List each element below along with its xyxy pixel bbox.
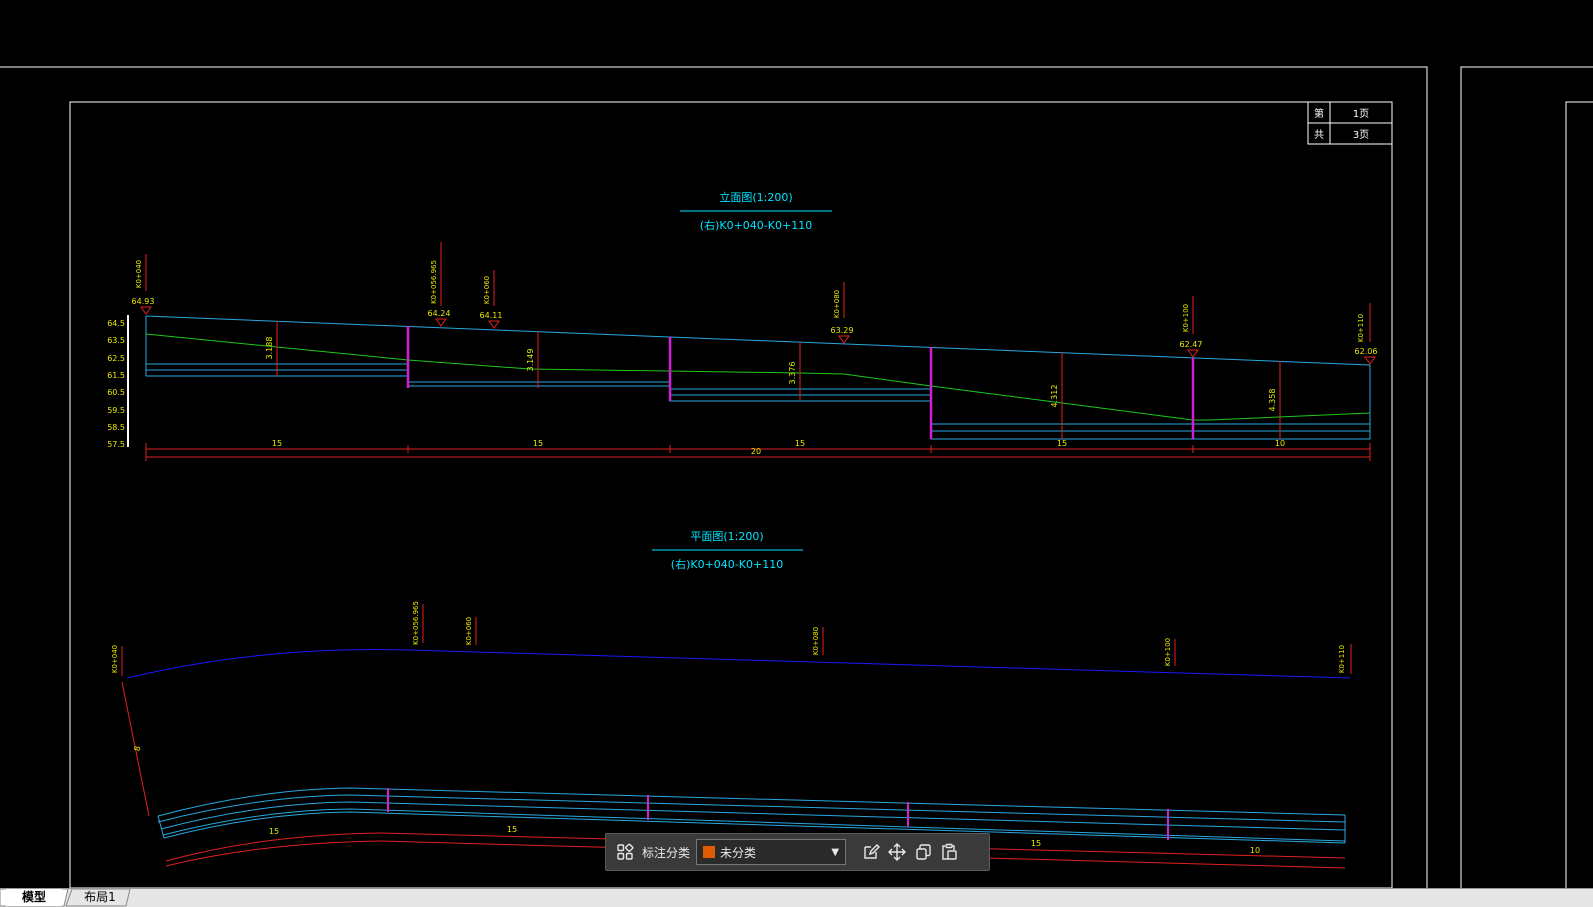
sheet-value: 1页: [1353, 108, 1369, 120]
station-marker: K0+110 62.06: [1355, 303, 1378, 365]
svg-text:64.93: 64.93: [132, 297, 155, 306]
category-select-value: 未分类: [720, 845, 757, 860]
height-label: 4.358: [1268, 389, 1277, 412]
svg-text:64.24: 64.24: [428, 309, 451, 318]
height-dims: [276, 321, 1281, 439]
category-color-swatch: [703, 846, 716, 858]
total-label: 共: [1314, 129, 1324, 141]
scale-tick: 59.5: [107, 406, 125, 415]
height-label: 3.376: [788, 362, 797, 385]
copy-icon[interactable]: [910, 839, 936, 865]
tab-model[interactable]: 模型: [6, 889, 62, 906]
profile-title: 立面图(1:200): [719, 190, 792, 204]
station-marker: K0+080 63.29: [831, 282, 854, 344]
svg-text:K0+080: K0+080: [833, 290, 841, 318]
plan-segment-label: 15: [507, 825, 517, 834]
components-icon[interactable]: [612, 839, 638, 865]
wall-outline: [145, 315, 1371, 440]
station-marker: K0+100 62.47: [1180, 296, 1203, 358]
offset-label: 8: [133, 745, 143, 752]
svg-text:63.29: 63.29: [831, 326, 854, 335]
plan-view: 平面图(1:200) (右)K0+040-K0+110 K0+040 K0+05…: [111, 530, 1352, 869]
scale-tick: 58.5: [107, 423, 125, 432]
svg-text:62.06: 62.06: [1355, 347, 1378, 356]
annotation-category-label: 标注分类: [642, 845, 691, 860]
drawing-canvas[interactable]: 第 1页 共 3页 立面图(1:200) (右)K0+040-K0+110 64…: [0, 0, 1593, 888]
annotation-toolbar: 标注分类 未分类 ▼: [605, 833, 990, 871]
svg-text:K0+110: K0+110: [1357, 314, 1365, 342]
paste-icon[interactable]: [936, 839, 962, 865]
scale-tick: 64.5: [107, 319, 125, 328]
plan-segment-label: 15: [1031, 839, 1041, 848]
segment-label: 20: [751, 447, 761, 456]
svg-text:64.11: 64.11: [480, 311, 503, 320]
segment-label: 15: [1057, 439, 1067, 448]
plan-subtitle: (右)K0+040-K0+110: [671, 557, 783, 571]
sheet-label: 第: [1314, 107, 1324, 120]
station-marker: K0+056.965 64.24: [428, 242, 451, 327]
plan-segment-label: 15: [269, 827, 279, 836]
svg-text:62.47: 62.47: [1180, 340, 1203, 349]
chevron-down-icon: ▼: [831, 846, 840, 858]
outer-frame: [0, 66, 1428, 888]
layout-tab-bar: 模型 布局1: [0, 888, 1593, 907]
scale-tick: 63.5: [107, 336, 125, 345]
svg-text:K0+060: K0+060: [483, 276, 491, 304]
edit-icon[interactable]: [858, 839, 884, 865]
plan-station-label: K0+100: [1164, 638, 1172, 666]
segment-label: 10: [1275, 439, 1285, 448]
plan-station-label: K0+040: [111, 645, 119, 673]
station-marker: K0+060 64.11: [480, 270, 503, 329]
move-icon[interactable]: [884, 839, 910, 865]
annotation-category-select[interactable]: 未分类 ▼: [696, 839, 847, 865]
sheet-frames: [0, 66, 1593, 888]
svg-text:K0+100: K0+100: [1182, 304, 1190, 332]
profile-subtitle: (右)K0+040-K0+110: [700, 218, 812, 232]
elevation-scale: 64.5 63.5 62.5 61.5 60.5 59.5 58.5 57.5: [107, 315, 129, 449]
plan-station-label: K0+080: [812, 627, 820, 655]
plan-segment-label: 10: [1250, 846, 1260, 855]
svg-text:K0+056.965: K0+056.965: [430, 260, 438, 304]
total-value: 3页: [1353, 129, 1369, 141]
height-label: 3.149: [526, 349, 535, 372]
plan-station-label: K0+060: [465, 617, 473, 645]
height-label: 3.188: [265, 337, 274, 360]
station-marker: K0+040 64.93: [132, 254, 155, 315]
plan-title: 平面图(1:200): [690, 530, 763, 543]
height-label: 4.312: [1050, 385, 1059, 408]
next-sheet-inner: [1565, 101, 1593, 888]
tab-layout1[interactable]: 布局1: [74, 889, 126, 906]
plan-station-label: K0+110: [1338, 645, 1346, 673]
plan-station-label: K0+056.965: [412, 601, 420, 645]
scale-tick: 62.5: [107, 354, 125, 363]
svg-text:K0+040: K0+040: [135, 260, 143, 288]
title-block: 第 1页 共 3页: [1307, 101, 1393, 145]
profile-view: 立面图(1:200) (右)K0+040-K0+110 64.5 63.5 62…: [107, 190, 1377, 461]
next-sheet-frame: [1460, 66, 1593, 888]
segment-label: 15: [533, 439, 543, 448]
segment-label: 15: [272, 439, 282, 448]
scale-tick: 57.5: [107, 440, 125, 449]
scale-tick: 60.5: [107, 388, 125, 397]
segment-label: 15: [795, 439, 805, 448]
scale-tick: 61.5: [107, 371, 125, 380]
